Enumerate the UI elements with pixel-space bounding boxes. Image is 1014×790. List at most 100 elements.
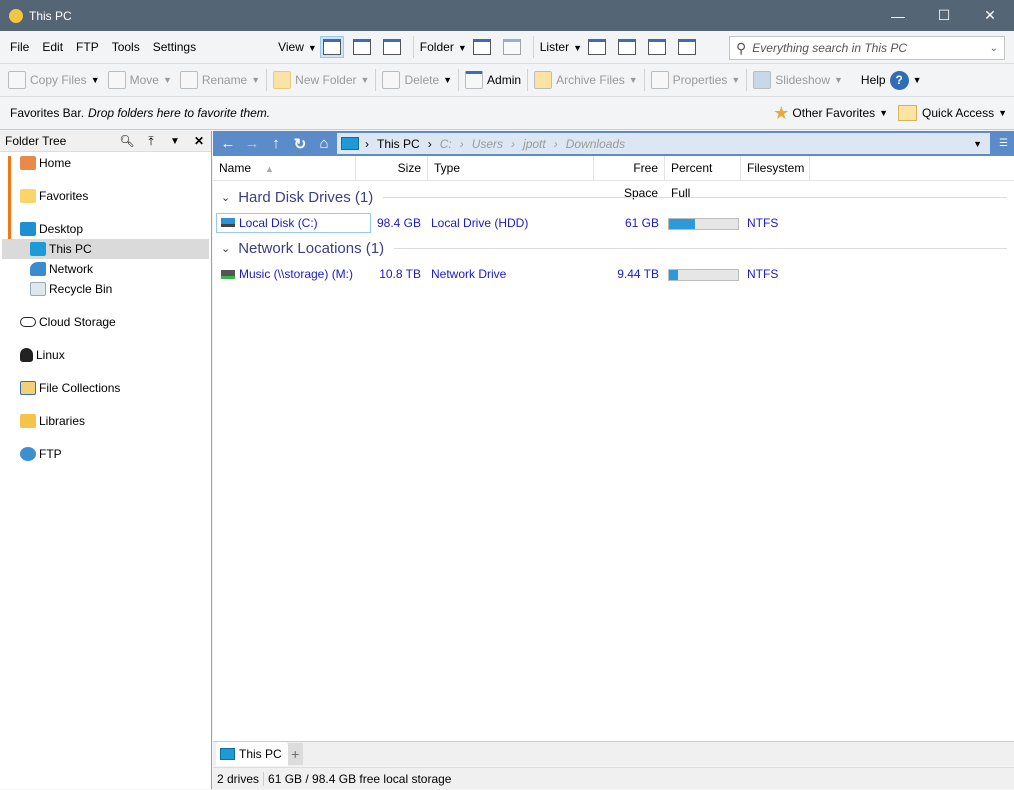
tree-item-favorites[interactable]: Favorites — [20, 186, 88, 205]
column-percent-full[interactable]: Percent Full — [665, 156, 741, 200]
move-button[interactable]: Move ▼ — [107, 71, 172, 89]
breadcrumb-separator: › — [427, 136, 432, 151]
breadcrumb-downloads[interactable]: Downloads — [566, 137, 625, 151]
tab-this-pc[interactable]: This PC — [216, 742, 288, 766]
menu-edit[interactable]: Edit — [42, 40, 63, 54]
separator — [532, 36, 534, 58]
archive-files-button[interactable]: Archive Files ▼ — [534, 71, 638, 89]
status-bar: 2 drives 61 GB / 98.4 GB free local stor… — [213, 767, 1014, 789]
breadcrumb-c[interactable]: C: — [440, 137, 452, 151]
breadcrumb-users[interactable]: Users — [472, 137, 503, 151]
tree-top-icon[interactable]: ⤒ — [139, 134, 163, 149]
drive-name: Local Disk (C:) — [239, 216, 318, 230]
lister-viewer-button[interactable] — [675, 36, 699, 58]
menu-file[interactable]: File — [10, 40, 29, 54]
lister-dual-button[interactable] — [615, 36, 639, 58]
column-name[interactable]: Name ▲ — [213, 156, 356, 181]
view-details-button[interactable] — [319, 36, 344, 58]
tree-item-label: Linux — [36, 347, 65, 362]
forward-arrow-icon[interactable]: → — [240, 135, 264, 152]
file-row-local-disk[interactable]: Local Disk (C:) 98.4 GB Local Drive (HDD… — [213, 213, 1014, 233]
drive-free-space: 61 GB — [624, 216, 659, 230]
tree-item-cloud-storage[interactable]: Cloud Storage — [20, 312, 116, 331]
breadcrumb-jpott[interactable]: jpott — [523, 137, 546, 151]
column-filesystem[interactable]: Filesystem — [741, 156, 810, 181]
folder-archive-button[interactable] — [500, 36, 524, 58]
slideshow-button[interactable]: Slideshow ▼ — [753, 71, 843, 89]
chevron-down-icon[interactable]: ⌄ — [990, 43, 998, 54]
separator — [375, 69, 377, 91]
desktop-icon — [20, 221, 36, 236]
tree-item-label: FTP — [39, 446, 62, 461]
tree-item-desktop[interactable]: Desktop — [20, 219, 83, 238]
folder-tree-title: Folder Tree — [5, 134, 67, 148]
tree-menu-icon[interactable]: ▼ — [163, 136, 187, 147]
tree-item-ftp[interactable]: FTP — [20, 444, 62, 463]
search-input[interactable]: ⚲ Everything search in This PC ⌄ — [729, 36, 1005, 60]
other-favorites-button[interactable]: ★ Other Favorites ▼ — [773, 103, 888, 124]
copy-files-button[interactable]: Copy Files ▼ — [8, 71, 100, 89]
tree-item-linux[interactable]: Linux — [20, 345, 65, 364]
slideshow-label: Slideshow — [775, 73, 830, 87]
drive-type: Network Drive — [431, 267, 507, 281]
group-header-hard-disk-drives[interactable]: ⌄ Hard Disk Drives (1) — [221, 189, 1007, 206]
hard-drive-icon — [221, 218, 235, 227]
file-list-pane: ← → ↑ ↻ ⌂ › This PC › C: › Users › jpott… — [213, 131, 1014, 741]
tree-search-icon[interactable]: 🔍︎ — [115, 134, 139, 148]
tree-item-this-pc[interactable]: This PC — [30, 239, 92, 258]
maximize-button[interactable]: ☐ — [921, 0, 967, 31]
view-menu[interactable]: View ▼ — [278, 40, 317, 54]
folder-layout-button[interactable] — [470, 36, 494, 58]
minimize-button[interactable]: — — [875, 0, 921, 31]
separator — [746, 69, 748, 91]
menu-tools[interactable]: Tools — [112, 40, 140, 54]
home-icon[interactable]: ⌂ — [312, 135, 336, 152]
path-menu-icon[interactable]: ☰ — [999, 138, 1008, 149]
tree-item-label: Recycle Bin — [49, 281, 113, 296]
properties-label: Properties — [672, 73, 728, 87]
tree-item-network[interactable]: Network — [30, 259, 93, 278]
new-folder-button[interactable]: New Folder ▼ — [273, 71, 369, 89]
breadcrumb-this-pc[interactable]: This PC — [377, 137, 420, 151]
file-row-music-network-drive[interactable]: Music (\\storage) (M:) 10.8 TB Network D… — [213, 264, 1014, 284]
tree-item-libraries[interactable]: Libraries — [20, 411, 85, 430]
menu-ftp[interactable]: FTP — [76, 40, 99, 54]
lister-menu[interactable]: Lister ▼ — [540, 40, 582, 54]
archive-label: Archive Files — [556, 73, 625, 87]
view-thumbnails-button[interactable] — [380, 36, 404, 58]
tree-item-label: File Collections — [39, 380, 121, 395]
drive-type: Local Drive (HDD) — [431, 216, 529, 230]
breadcrumb[interactable]: › This PC › C: › Users › jpott › Downloa… — [337, 133, 990, 154]
tree-item-recycle-bin[interactable]: Recycle Bin — [30, 279, 112, 298]
tree-item-file-collections[interactable]: File Collections — [20, 378, 120, 397]
column-type[interactable]: Type — [428, 156, 594, 181]
column-size[interactable]: Size — [356, 156, 428, 181]
lister-tree-button[interactable] — [645, 36, 669, 58]
folder-archive-icon — [502, 39, 521, 55]
quick-access-button[interactable]: Quick Access ▼ — [898, 105, 1007, 121]
view-preview-button[interactable] — [350, 36, 374, 58]
new-tab-button[interactable]: + — [287, 743, 303, 765]
tree-item-label: Network — [49, 261, 94, 276]
column-free-space[interactable]: Free Space — [594, 156, 665, 200]
back-arrow-icon[interactable]: ← — [216, 135, 240, 152]
rename-button[interactable]: Rename ▼ — [179, 71, 260, 89]
group-header-network-locations[interactable]: ⌄ Network Locations (1) — [221, 240, 1007, 257]
title-bar: This PC — ☐ ✕ — [0, 0, 1014, 31]
properties-button[interactable]: Properties ▼ — [650, 71, 740, 89]
breadcrumb-dropdown-icon[interactable]: ▼ — [973, 139, 982, 149]
refresh-icon[interactable]: ↻ — [288, 135, 312, 153]
close-button[interactable]: ✕ — [967, 0, 1013, 31]
percent-full-bar — [668, 218, 739, 230]
help-button[interactable]: Help? ▼ — [861, 70, 922, 90]
up-arrow-icon[interactable]: ↑ — [264, 135, 288, 152]
admin-button[interactable]: Admin — [465, 71, 521, 89]
tree-item-home[interactable]: Home — [20, 153, 71, 172]
menu-settings[interactable]: Settings — [153, 40, 196, 54]
tree-close-icon[interactable]: ✕ — [187, 134, 211, 148]
folder-menu[interactable]: Folder ▼ — [420, 40, 467, 54]
delete-button[interactable]: Delete ▼ — [382, 71, 452, 89]
lister-single-button[interactable] — [585, 36, 609, 58]
other-favorites-label: Other Favorites — [792, 106, 876, 120]
linux-penguin-icon — [20, 347, 33, 362]
